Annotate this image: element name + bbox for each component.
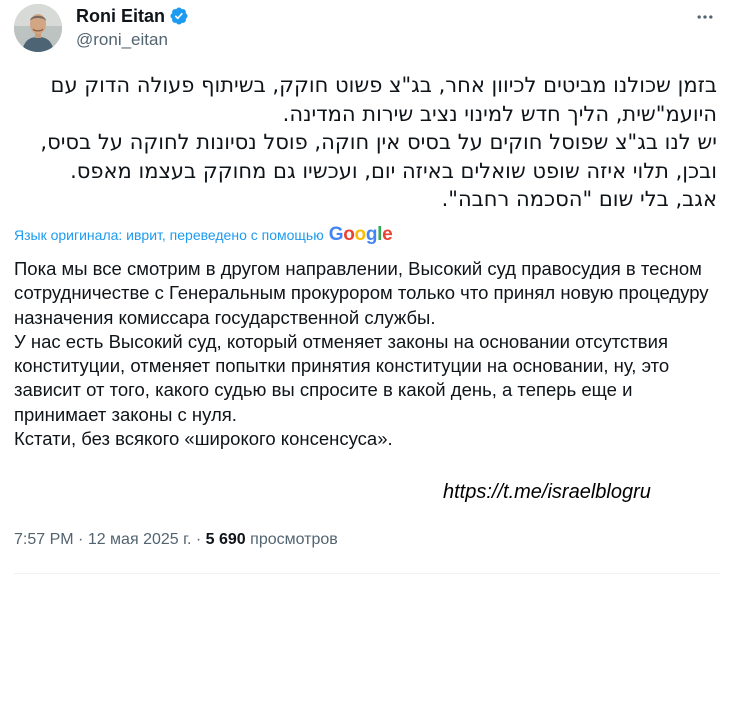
views-count: 5 690 [205, 531, 246, 548]
meta-separator: · [73, 531, 88, 548]
author-handle[interactable]: @roni_eitan [76, 29, 168, 51]
avatar[interactable] [14, 4, 62, 52]
divider [14, 573, 720, 574]
more-horizontal-icon [697, 15, 713, 19]
tweet-meta: 7:57 PM · 12 мая 2025 г. · 5 690 просмот… [14, 529, 338, 551]
verified-badge-icon[interactable] [169, 6, 189, 26]
more-options-button[interactable] [690, 2, 720, 32]
views-label: просмотров [250, 531, 338, 548]
translation-label[interactable]: Язык оригинала: иврит, переведено с помо… [14, 225, 324, 245]
tweet-date[interactable]: 12 мая 2025 г. [88, 531, 192, 548]
meta-separator-2: · [191, 531, 206, 548]
avatar-image [14, 4, 62, 52]
author-display-name[interactable]: Roni Eitan [76, 5, 165, 27]
tweet-card: Roni Eitan @roni_eitan בזמן שכולנו מביטי… [0, 0, 732, 727]
author-name-row: Roni Eitan [76, 5, 189, 27]
tweet-time[interactable]: 7:57 PM [14, 531, 74, 548]
tweet-original-text: בזמן שכולנו מביטים לכיוון אחר, בג"צ פשוט… [40, 73, 717, 211]
google-logo: Google [328, 224, 393, 245]
telegram-link[interactable]: https://t.me/israelblogru [443, 480, 651, 504]
tweet-translated-text: Пока мы все смотрим в другом направлении… [14, 258, 709, 450]
translation-attribution: Язык оригинала: иврит, переведено с помо… [14, 224, 393, 245]
